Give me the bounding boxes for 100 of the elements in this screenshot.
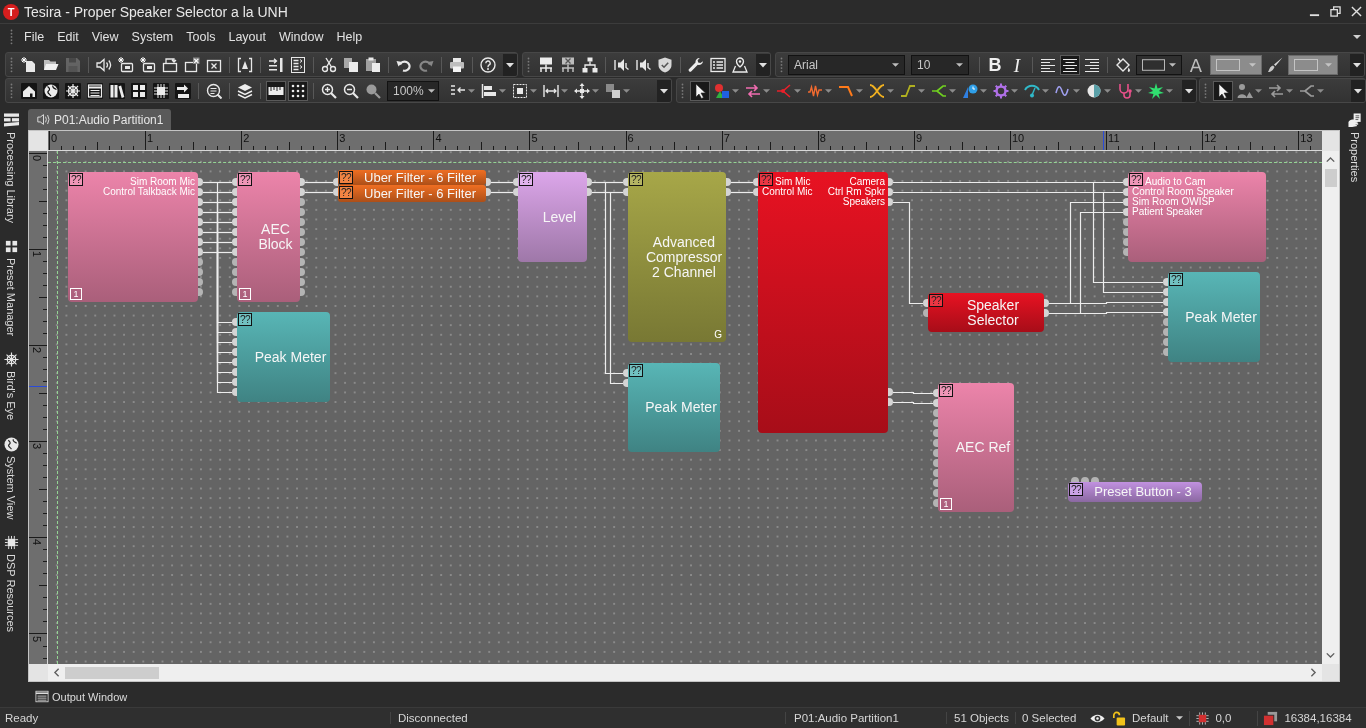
input-port-icon[interactable] [232, 368, 237, 376]
input-port-icon[interactable] [623, 369, 628, 377]
output-port-icon[interactable] [198, 238, 203, 246]
scissors-icon[interactable] [321, 56, 337, 73]
input-port-icon[interactable] [1081, 477, 1089, 482]
map-pin-icon[interactable] [732, 56, 748, 73]
output-port-icon[interactable] [198, 228, 203, 236]
output-port-icon[interactable] [726, 188, 731, 196]
input-port-icon[interactable] [232, 218, 237, 226]
align-bars-icon[interactable] [481, 82, 497, 99]
branch-arrow-icon[interactable] [931, 82, 947, 99]
output-port-icon[interactable] [300, 188, 305, 196]
input-port-icon[interactable] [1123, 178, 1128, 186]
menu-item[interactable]: Tools [180, 30, 222, 44]
output-port-icon[interactable] [486, 178, 491, 186]
input-port-icon[interactable] [933, 439, 938, 447]
copy-icon[interactable] [343, 56, 359, 73]
cross-curves-icon[interactable] [869, 82, 885, 99]
output-port-icon[interactable] [888, 398, 893, 406]
side-panel-tab[interactable]: System View [3, 436, 19, 519]
burst-icon[interactable] [1148, 82, 1164, 99]
new-file-icon[interactable] [21, 56, 37, 73]
half-circle-icon[interactable] [1086, 82, 1102, 99]
output-port-icon[interactable] [300, 238, 305, 246]
grip-icon[interactable] [1204, 82, 1207, 99]
arrow-keyboard-icon[interactable] [175, 82, 191, 99]
input-port-icon[interactable] [923, 309, 928, 317]
input-port-icon[interactable] [232, 178, 237, 186]
input-port-icon[interactable] [1123, 248, 1128, 256]
chip-icon[interactable] [153, 82, 169, 99]
output-port-icon[interactable] [300, 228, 305, 236]
close-icon[interactable] [1351, 6, 1362, 17]
caret-icon[interactable] [657, 79, 671, 102]
input-port-icon[interactable] [333, 178, 338, 186]
italic-button[interactable]: I [1007, 54, 1027, 75]
input-port-icon[interactable] [1163, 348, 1168, 356]
pointer-icon[interactable] [1213, 80, 1233, 101]
input-port-icon[interactable] [232, 348, 237, 356]
output-port-icon[interactable] [198, 198, 203, 206]
input-port-icon[interactable] [1071, 477, 1079, 482]
magnifier-icon[interactable] [365, 82, 381, 99]
input-port-icon[interactable] [1123, 188, 1128, 196]
books-icon[interactable] [109, 82, 125, 99]
paint-bucket-icon[interactable] [1115, 56, 1131, 73]
ruler-icon[interactable] [266, 80, 286, 101]
align-right-icon[interactable] [1084, 56, 1100, 73]
zoom-dropdown[interactable]: 100% [387, 80, 439, 101]
menu-item[interactable]: Help [330, 30, 369, 44]
input-port-icon[interactable] [1091, 477, 1099, 482]
input-port-icon[interactable] [753, 178, 758, 186]
triangle-clock-icon[interactable] [962, 82, 978, 99]
brush-icon[interactable] [1267, 56, 1283, 73]
scrollbar-thumb[interactable] [65, 666, 159, 679]
list-icon[interactable] [710, 56, 726, 73]
output-port-icon[interactable] [587, 178, 592, 186]
font-size-dropdown[interactable]: 10 [911, 54, 969, 75]
caret-icon[interactable] [956, 62, 963, 67]
grip-icon[interactable] [681, 82, 684, 99]
input-port-icon[interactable] [232, 288, 237, 296]
output-window-tab[interactable]: Output Window [35, 690, 128, 703]
grip-icon[interactable] [780, 56, 783, 73]
output-port-icon[interactable] [300, 198, 305, 206]
layers-icon[interactable] [237, 82, 253, 99]
caret-icon[interactable] [1169, 62, 1176, 67]
ship-wheel-icon[interactable] [65, 82, 81, 99]
open-padlock-icon[interactable] [1111, 710, 1126, 726]
input-port-icon[interactable] [1123, 238, 1128, 246]
menu-item[interactable]: Layout [222, 30, 272, 44]
output-port-icon[interactable] [888, 178, 893, 186]
output-port-icon[interactable] [198, 268, 203, 276]
input-port-icon[interactable] [623, 188, 628, 196]
caret-icon[interactable] [756, 53, 770, 76]
globe-icon[interactable] [43, 82, 59, 99]
window-close-icon[interactable] [184, 56, 200, 73]
help-icon[interactable] [480, 56, 496, 73]
stethoscope-icon[interactable] [1117, 82, 1133, 99]
bracket-frame-icon[interactable] [237, 56, 253, 73]
menu-item[interactable]: System [125, 30, 180, 44]
input-port-icon[interactable] [1123, 228, 1128, 236]
input-port-icon[interactable] [232, 188, 237, 196]
gear-icon[interactable] [993, 82, 1009, 99]
input-port-icon[interactable] [232, 228, 237, 236]
output-port-icon[interactable] [198, 178, 203, 186]
input-port-icon[interactable] [232, 338, 237, 346]
input-port-icon[interactable] [623, 178, 628, 186]
input-port-icon[interactable] [933, 449, 938, 457]
output-port-icon[interactable] [300, 218, 305, 226]
fit-square-icon[interactable] [512, 82, 528, 99]
input-port-icon[interactable] [1163, 318, 1168, 326]
input-port-icon[interactable] [933, 429, 938, 437]
output-port-icon[interactable] [300, 208, 305, 216]
waveform-icon[interactable] [807, 82, 823, 99]
output-port-icon[interactable] [888, 188, 893, 196]
output-port-icon[interactable] [198, 278, 203, 286]
output-port-icon[interactable] [198, 248, 203, 256]
input-port-icon[interactable] [333, 188, 338, 196]
input-port-icon[interactable] [232, 358, 237, 366]
grip-icon[interactable] [10, 56, 13, 73]
swap-arrows-icon[interactable] [745, 82, 761, 99]
input-port-icon[interactable] [513, 188, 518, 196]
